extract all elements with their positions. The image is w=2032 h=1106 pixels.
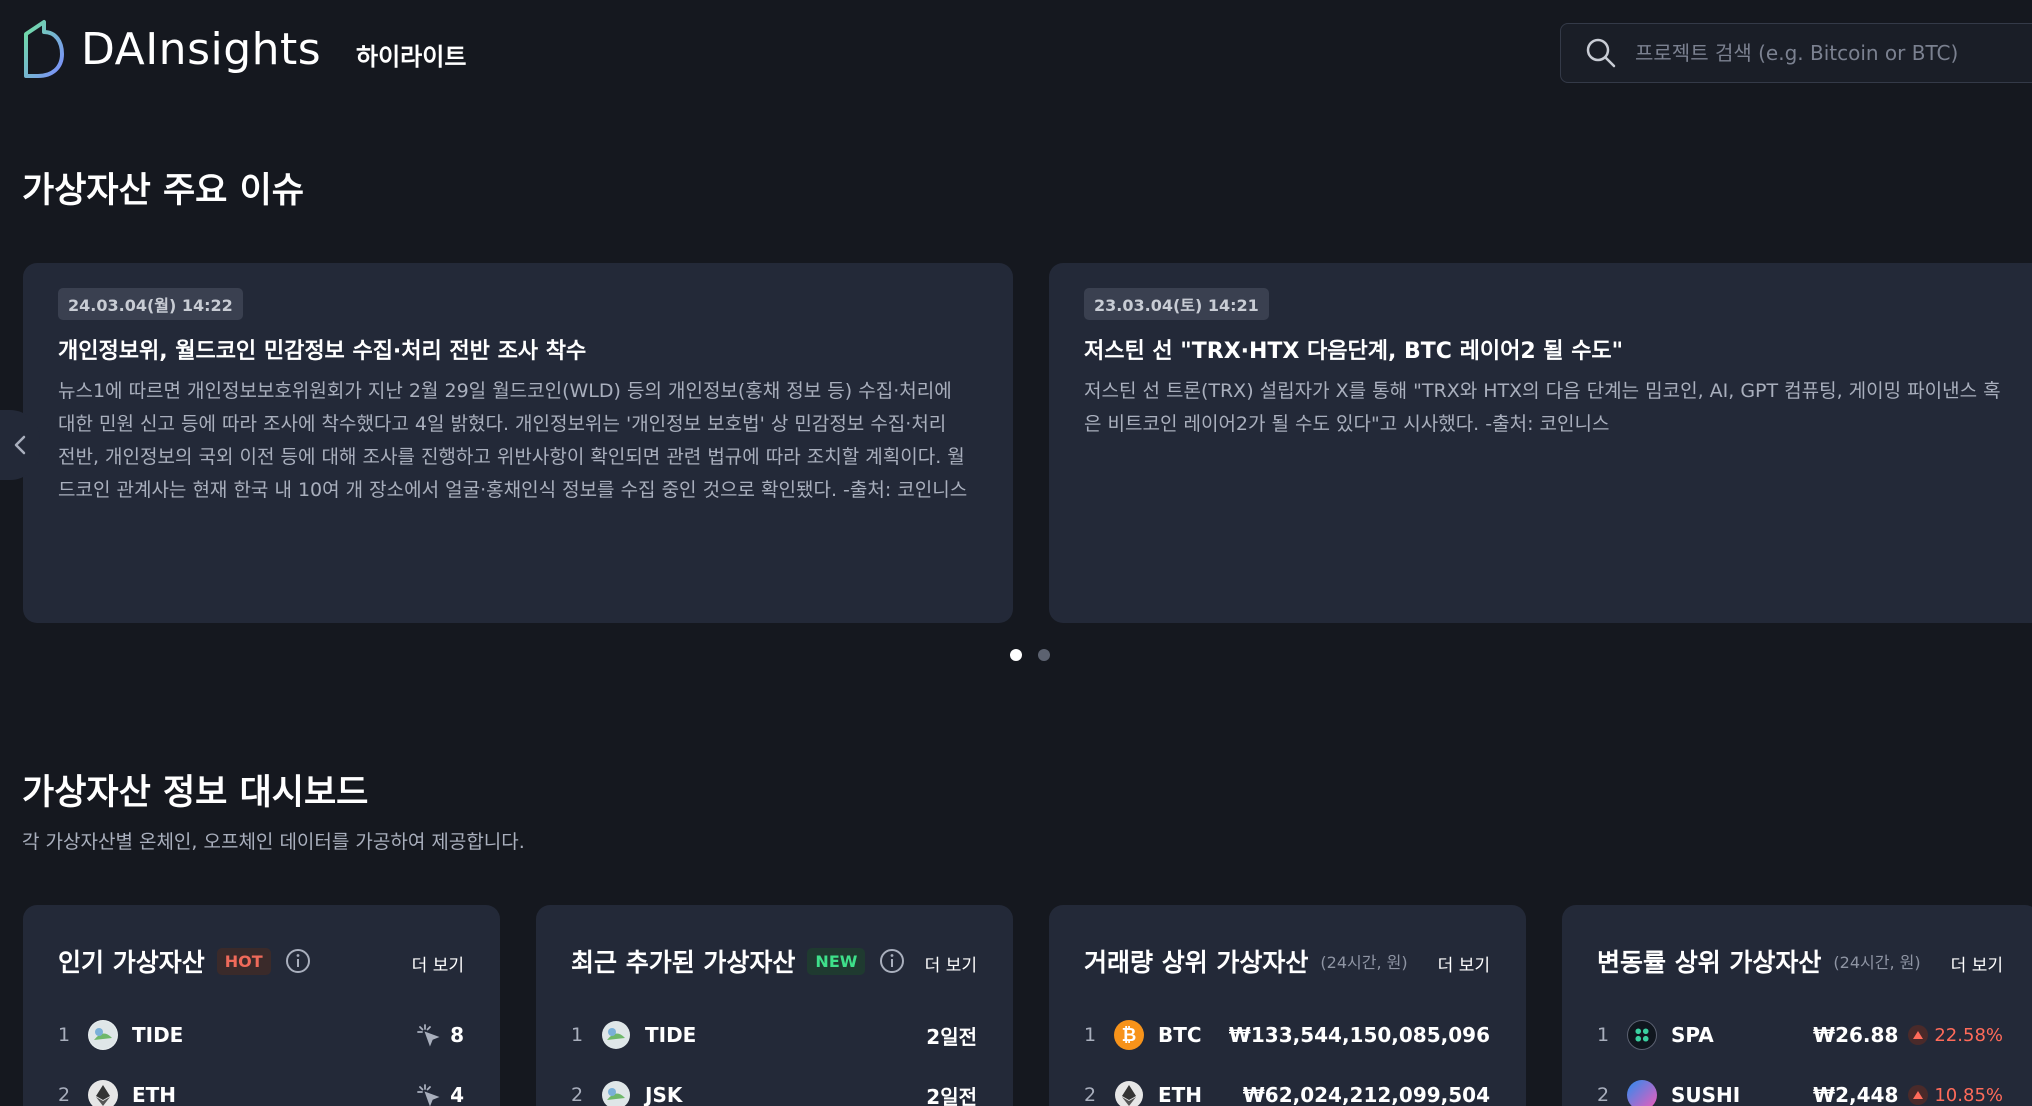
more-link[interactable]: 더 보기 [412, 951, 464, 976]
list-item[interactable]: 1 SPA ₩26.88 22.58% [1597, 1015, 2003, 1055]
spa-icon [1627, 1020, 1657, 1050]
eth-icon [88, 1080, 118, 1106]
volatility-panel: 변동률 상위 가상자산 (24시간, 원) 더 보기 1 SPA ₩26.88 … [1562, 905, 2032, 1106]
btc-icon: ₿ [1114, 1020, 1144, 1050]
coin-symbol: BTC [1158, 1023, 1202, 1047]
rank: 2 [571, 1084, 584, 1106]
triangle-up-icon [1908, 1085, 1929, 1105]
list-item[interactable]: 2 ETH ₩62,024,212,099,504 [1084, 1075, 1490, 1106]
rank: 2 [1084, 1084, 1097, 1106]
issue-card[interactable]: 23.03.04(토) 14:21 저스틴 선 "TRX·HTX 다음단계, B… [1049, 263, 2032, 623]
list-item[interactable]: 2 JSK 2일전 [571, 1075, 977, 1106]
nav-highlight[interactable]: 하이라이트 [356, 37, 466, 72]
view-count: 8 [450, 1023, 464, 1047]
rank: 2 [1597, 1084, 1610, 1106]
added-time: 2일전 [926, 1024, 977, 1049]
price-value: ₩26.88 [1813, 1023, 1899, 1047]
issue-body: 뉴스1에 따르면 개인정보보호위원회가 지난 2월 29일 월드코인(WLD) … [58, 380, 968, 501]
coin-symbol: TIDE [132, 1023, 184, 1047]
added-time: 2일전 [926, 1084, 977, 1106]
info-icon[interactable] [285, 948, 311, 974]
search-box[interactable] [1560, 23, 2032, 83]
panel-title: 인기 가상자산 [58, 948, 205, 977]
chevron-left-icon [14, 435, 26, 455]
issue-title: 저스틴 선 "TRX·HTX 다음단계, BTC 레이어2 될 수도" [1084, 339, 1624, 364]
panel-title: 거래량 상위 가상자산 [1084, 948, 1309, 977]
tide-icon [88, 1020, 118, 1050]
list-item[interactable]: 1 ₿ BTC ₩133,544,150,085,096 [1084, 1015, 1490, 1055]
more-link[interactable]: 더 보기 [1438, 951, 1490, 976]
triangle-up-icon [1908, 1025, 1929, 1045]
panel-title: 변동률 상위 가상자산 [1597, 948, 1822, 977]
volume-value: ₩62,024,212,099,504 [1242, 1083, 1490, 1106]
rank: 2 [58, 1084, 71, 1106]
search-input[interactable] [1635, 41, 2032, 65]
logo[interactable]: DAInsights [22, 18, 321, 80]
coin-symbol: SPA [1671, 1023, 1714, 1047]
issue-card[interactable]: 24.03.04(월) 14:22 개인정보위, 월드코인 민감정보 수집·처리… [23, 263, 1013, 623]
rank: 1 [571, 1024, 584, 1046]
info-icon[interactable] [879, 948, 905, 974]
issue-title: 개인정보위, 월드코인 민감정보 수집·처리 전반 조사 착수 [58, 339, 587, 364]
list-item[interactable]: 1 TIDE 8 [58, 1015, 464, 1055]
issues-title: 가상자산 주요 이슈 [22, 171, 304, 211]
panel-subtitle: (24시간, 원) [1320, 953, 1408, 972]
list-item[interactable]: 2 ETH 4 [58, 1075, 464, 1106]
logo-text: DAInsights [81, 23, 322, 75]
coin-symbol: SUSHI [1671, 1083, 1741, 1106]
carousel-dot[interactable] [1038, 649, 1050, 661]
rank: 1 [58, 1024, 71, 1046]
carousel-dot[interactable] [1010, 649, 1022, 661]
issue-body: 저스틴 선 트론(TRX) 설립자가 X를 통해 "TRX와 HTX의 다음 단… [1084, 380, 2001, 435]
tide-icon [601, 1020, 631, 1050]
sushi-icon [1627, 1080, 1657, 1106]
panel-subtitle: (24시간, 원) [1833, 953, 1921, 972]
popular-panel: 인기 가상자산 HOT 더 보기 1 TIDE 8 2 ETH 4 [23, 905, 500, 1106]
click-icon [417, 1024, 440, 1047]
issue-date: 24.03.04(월) 14:22 [58, 288, 243, 320]
coin-symbol: ETH [132, 1083, 177, 1106]
click-icon [417, 1084, 440, 1106]
coin-symbol: ETH [1158, 1083, 1203, 1106]
change-percent: 10.85% [1934, 1084, 2003, 1106]
jsk-icon [601, 1080, 631, 1106]
search-icon [1586, 38, 1616, 68]
list-item[interactable]: 2 SUSHI ₩2,448 10.85% [1597, 1075, 2003, 1106]
coin-symbol: JSK [645, 1083, 683, 1106]
volume-panel: 거래량 상위 가상자산 (24시간, 원) 더 보기 1 ₿ BTC ₩133,… [1049, 905, 1526, 1106]
dashboard-title: 가상자산 정보 대시보드 [22, 773, 369, 813]
price-value: ₩2,448 [1813, 1083, 1899, 1106]
eth-icon [1114, 1080, 1144, 1106]
new-panel: 최근 추가된 가상자산 NEW 더 보기 1 TIDE 2일전 2 JSK 2일… [536, 905, 1013, 1106]
more-link[interactable]: 더 보기 [925, 951, 977, 976]
hot-badge: HOT [216, 947, 271, 975]
list-item[interactable]: 1 TIDE 2일전 [571, 1015, 977, 1055]
dashboard-subtitle: 각 가상자산별 온체인, 오프체인 데이터를 가공하여 제공합니다. [22, 831, 525, 853]
view-count: 4 [450, 1083, 464, 1106]
rank: 1 [1597, 1024, 1610, 1046]
more-link[interactable]: 더 보기 [1951, 951, 2003, 976]
carousel-dots [1010, 649, 1050, 661]
logo-icon [24, 20, 64, 78]
issue-date: 23.03.04(토) 14:21 [1084, 288, 1269, 320]
volume-value: ₩133,544,150,085,096 [1228, 1023, 1490, 1047]
panel-title: 최근 추가된 가상자산 [571, 948, 796, 977]
rank: 1 [1084, 1024, 1097, 1046]
header: DAInsights 하이라이트 [0, 0, 2032, 106]
change-percent: 22.58% [1934, 1024, 2003, 1046]
coin-symbol: TIDE [645, 1023, 697, 1047]
new-badge: NEW [807, 947, 866, 975]
